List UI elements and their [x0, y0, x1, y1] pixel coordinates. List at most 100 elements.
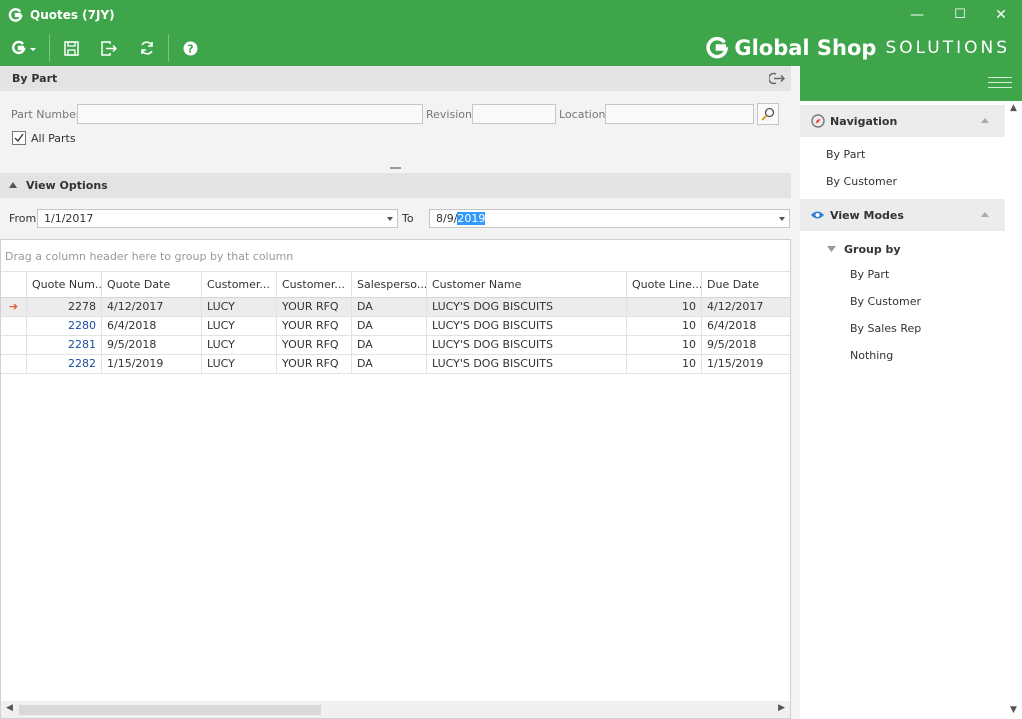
- customer-name-cell[interactable]: LUCY'S DOG BISCUITS: [427, 298, 627, 317]
- table-row[interactable]: 2280 6/4/2018 LUCY YOUR RFQ DA LUCY'S DO…: [1, 317, 790, 336]
- refresh-button[interactable]: [136, 38, 158, 58]
- due-date-cell[interactable]: 1/15/2019: [702, 355, 790, 374]
- horizontal-scrollbar[interactable]: ◀ ▶: [1, 701, 790, 718]
- scroll-down-icon[interactable]: ▼: [1010, 705, 1017, 715]
- side-panel-header: [800, 66, 1022, 101]
- quote-date-cell[interactable]: 9/5/2018: [102, 336, 202, 355]
- customer-name-cell[interactable]: LUCY'S DOG BISCUITS: [427, 355, 627, 374]
- salesperson-cell[interactable]: DA: [352, 298, 427, 317]
- help-button[interactable]: ?: [179, 38, 201, 58]
- group-by-label[interactable]: Group by: [844, 243, 901, 256]
- customer-cell[interactable]: LUCY: [202, 298, 277, 317]
- customer-cell[interactable]: LUCY: [202, 336, 277, 355]
- all-parts-checkbox[interactable]: [12, 131, 26, 145]
- part-number-input[interactable]: [77, 104, 423, 124]
- customer-cell[interactable]: LUCY: [202, 317, 277, 336]
- row-indicator: [1, 336, 27, 355]
- brand-logo: Global Shop SOLUTIONS: [705, 33, 1010, 63]
- column-header[interactable]: Quote Date: [102, 272, 202, 298]
- column-header[interactable]: Customer...: [277, 272, 352, 298]
- view-options-header[interactable]: View Options: [0, 173, 791, 198]
- quote-line-cell[interactable]: 10: [627, 298, 702, 317]
- minimize-button[interactable]: —: [906, 6, 928, 24]
- to-date-combo[interactable]: 8/9/2019: [429, 209, 790, 228]
- customer-ref-cell[interactable]: YOUR RFQ: [277, 355, 352, 374]
- group-by-sales-rep[interactable]: By Sales Rep: [850, 322, 921, 335]
- quote-number-cell[interactable]: 2282: [27, 355, 102, 374]
- collapse-up-icon[interactable]: [981, 118, 989, 123]
- from-date-value: 1/1/2017: [44, 212, 94, 225]
- search-button[interactable]: [757, 103, 779, 125]
- g-menu-icon: [12, 40, 36, 55]
- due-date-cell[interactable]: 4/12/2017: [702, 298, 790, 317]
- vertical-scrollbar[interactable]: ▲ ▼: [1005, 101, 1022, 719]
- collapse-up-icon[interactable]: [981, 212, 989, 217]
- customer-ref-cell[interactable]: YOUR RFQ: [277, 336, 352, 355]
- dropdown-arrow-icon[interactable]: [387, 217, 393, 221]
- customer-ref-cell[interactable]: YOUR RFQ: [277, 298, 352, 317]
- dropdown-arrow-icon[interactable]: [779, 217, 785, 221]
- from-date-combo[interactable]: 1/1/2017: [37, 209, 398, 228]
- quote-number-cell[interactable]: 2278: [27, 298, 102, 317]
- salesperson-cell[interactable]: DA: [352, 355, 427, 374]
- quote-line-cell[interactable]: 10: [627, 355, 702, 374]
- due-date-cell[interactable]: 6/4/2018: [702, 317, 790, 336]
- customer-name-cell[interactable]: LUCY'S DOG BISCUITS: [427, 336, 627, 355]
- group-by-nothing[interactable]: Nothing: [850, 349, 893, 362]
- column-header[interactable]: Quote Num...: [27, 272, 102, 298]
- g-menu-button[interactable]: [9, 38, 39, 58]
- maximize-button[interactable]: ☐: [949, 6, 971, 24]
- by-part-header: By Part: [0, 66, 791, 91]
- expand-down-icon[interactable]: [827, 246, 836, 252]
- quotes-grid[interactable]: Drag a column header here to group by th…: [0, 239, 791, 719]
- customer-ref-cell[interactable]: YOUR RFQ: [277, 317, 352, 336]
- quote-date-cell[interactable]: 6/4/2018: [102, 317, 202, 336]
- column-header[interactable]: Salesperso...: [352, 272, 427, 298]
- quote-line-cell[interactable]: 10: [627, 317, 702, 336]
- exit-button[interactable]: [98, 38, 120, 58]
- view-modes-header[interactable]: View Modes: [800, 199, 1005, 231]
- help-icon: ?: [183, 41, 197, 55]
- grid-header: Quote Num... Quote Date Customer... Cust…: [1, 272, 790, 298]
- table-row[interactable]: 2281 9/5/2018 LUCY YOUR RFQ DA LUCY'S DO…: [1, 336, 790, 355]
- quote-number-cell[interactable]: 2281: [27, 336, 102, 355]
- to-date-value-selected: 2019: [457, 212, 486, 225]
- scrollbar-thumb[interactable]: [19, 705, 321, 715]
- table-row[interactable]: ➔ 2278 4/12/2017 LUCY YOUR RFQ DA LUCY'S…: [1, 298, 790, 317]
- close-button[interactable]: ✕: [990, 6, 1012, 24]
- navigation-title: Navigation: [830, 115, 898, 128]
- nav-item-by-customer[interactable]: By Customer: [826, 175, 897, 188]
- quote-number-cell[interactable]: 2280: [27, 317, 102, 336]
- customer-name-cell[interactable]: LUCY'S DOG BISCUITS: [427, 317, 627, 336]
- nav-item-by-part[interactable]: By Part: [826, 148, 865, 161]
- column-header[interactable]: Customer Name: [427, 272, 627, 298]
- table-row[interactable]: 2282 1/15/2019 LUCY YOUR RFQ DA LUCY'S D…: [1, 355, 790, 374]
- navigation-header[interactable]: Navigation: [800, 105, 1005, 137]
- revision-input[interactable]: [472, 104, 556, 124]
- group-by-panel[interactable]: Drag a column header here to group by th…: [1, 240, 790, 272]
- group-by-part[interactable]: By Part: [850, 268, 889, 281]
- salesperson-cell[interactable]: DA: [352, 317, 427, 336]
- salesperson-cell[interactable]: DA: [352, 336, 427, 355]
- global-shop-logo-icon: [706, 36, 729, 59]
- column-header[interactable]: Customer...: [202, 272, 277, 298]
- main-panel: By Part Part Number Revision Location Al…: [0, 66, 800, 719]
- pop-out-icon[interactable]: [769, 72, 785, 85]
- quote-date-cell[interactable]: 1/15/2019: [102, 355, 202, 374]
- column-header[interactable]: Quote Line...: [627, 272, 702, 298]
- quote-date-cell[interactable]: 4/12/2017: [102, 298, 202, 317]
- scroll-right-icon[interactable]: ▶: [778, 703, 785, 713]
- save-button[interactable]: [60, 38, 82, 58]
- splitter-grip[interactable]: [390, 167, 401, 169]
- column-header[interactable]: Due Date: [702, 272, 790, 298]
- hamburger-menu-icon[interactable]: [988, 77, 1012, 91]
- group-by-customer[interactable]: By Customer: [850, 295, 921, 308]
- scroll-up-icon[interactable]: ▲: [1010, 103, 1017, 113]
- location-input[interactable]: [605, 104, 754, 124]
- due-date-cell[interactable]: 9/5/2018: [702, 336, 790, 355]
- scroll-left-icon[interactable]: ◀: [6, 703, 13, 713]
- save-icon: [63, 40, 79, 56]
- quote-line-cell[interactable]: 10: [627, 336, 702, 355]
- compass-icon: [811, 114, 825, 128]
- customer-cell[interactable]: LUCY: [202, 355, 277, 374]
